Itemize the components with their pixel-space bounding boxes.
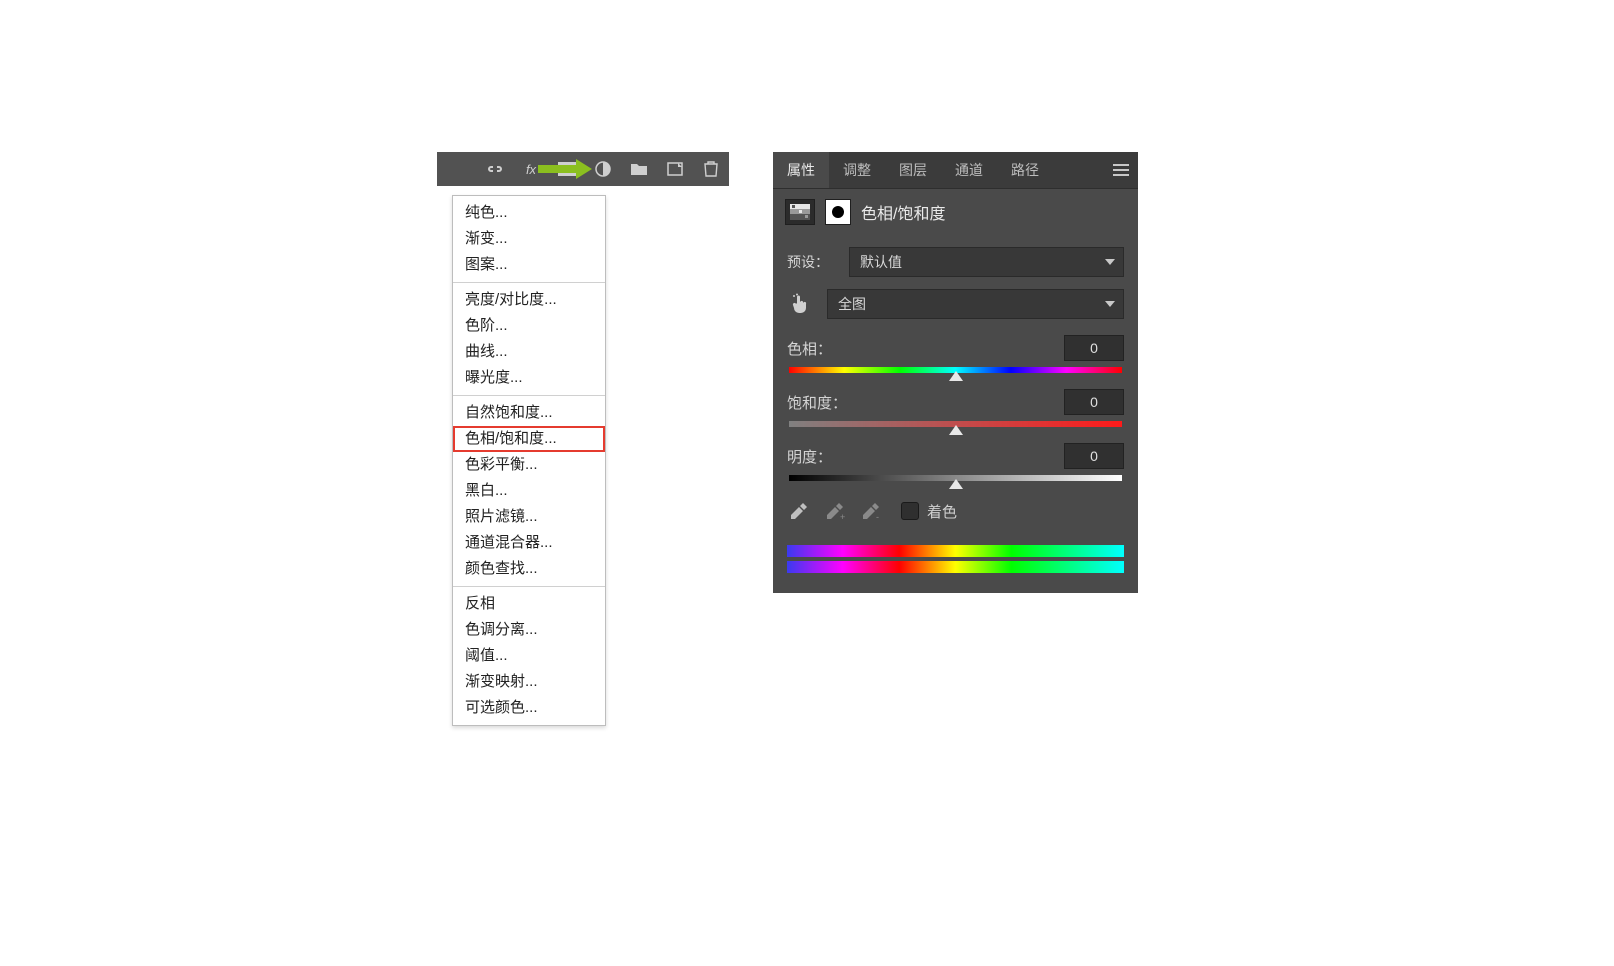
panel-header: 色相/饱和度 bbox=[773, 189, 1138, 235]
panel-tab[interactable]: 通道 bbox=[941, 152, 997, 188]
panel-tab[interactable]: 图层 bbox=[885, 152, 941, 188]
targeted-adjust-icon[interactable] bbox=[787, 291, 813, 317]
menu-item[interactable]: 阈值... bbox=[453, 643, 605, 669]
spectrum-bar-top bbox=[787, 545, 1124, 557]
menu-item[interactable]: 黑白... bbox=[453, 478, 605, 504]
eyedropper-subtract-icon[interactable]: - bbox=[859, 499, 883, 523]
menu-item[interactable]: 色阶... bbox=[453, 313, 605, 339]
menu-item[interactable]: 可选颜色... bbox=[453, 695, 605, 721]
preset-value: 默认值 bbox=[860, 252, 902, 272]
preset-select[interactable]: 默认值 bbox=[849, 247, 1124, 277]
mask-icon[interactable] bbox=[557, 159, 577, 179]
menu-item[interactable]: 渐变... bbox=[453, 226, 605, 252]
range-value: 全图 bbox=[838, 294, 866, 314]
slider-thumb[interactable] bbox=[949, 425, 963, 435]
adjustment-icon[interactable] bbox=[593, 159, 613, 179]
layer-mask-thumb[interactable] bbox=[825, 199, 851, 225]
colorize-checkbox[interactable]: 着色 bbox=[901, 501, 957, 522]
menu-item[interactable]: 亮度/对比度... bbox=[453, 287, 605, 313]
menu-item[interactable]: 渐变映射... bbox=[453, 669, 605, 695]
folder-icon[interactable] bbox=[629, 159, 649, 179]
menu-item[interactable]: 色彩平衡... bbox=[453, 452, 605, 478]
panel-menu-icon[interactable] bbox=[1104, 152, 1138, 188]
menu-item[interactable]: 通道混合器... bbox=[453, 530, 605, 556]
preset-label: 预设： bbox=[787, 252, 839, 272]
menu-item[interactable]: 色调分离... bbox=[453, 617, 605, 643]
eyedropper-icon[interactable] bbox=[787, 499, 811, 523]
hue-value[interactable]: 0 bbox=[1064, 335, 1124, 361]
hue-slider[interactable] bbox=[789, 367, 1122, 373]
panel-body: 预设： 默认值 全图 色相： 0 饱和度： 0 bbox=[773, 247, 1138, 593]
properties-panel: 属性调整图层通道路径 色相/饱和度 预设： 默认值 bbox=[773, 152, 1138, 593]
lightness-slider[interactable] bbox=[789, 475, 1122, 481]
menu-item[interactable]: 自然饱和度... bbox=[453, 400, 605, 426]
panel-tab[interactable]: 路径 bbox=[997, 152, 1053, 188]
lightness-label: 明度： bbox=[787, 446, 1054, 467]
saturation-value[interactable]: 0 bbox=[1064, 389, 1124, 415]
trash-icon[interactable] bbox=[701, 159, 721, 179]
fx-icon[interactable]: fx bbox=[521, 159, 541, 179]
range-select[interactable]: 全图 bbox=[827, 289, 1124, 319]
panel-tab[interactable]: 调整 bbox=[829, 152, 885, 188]
panel-tabs: 属性调整图层通道路径 bbox=[773, 152, 1138, 189]
adjustment-layer-menu: 纯色...渐变...图案... 亮度/对比度...色阶...曲线...曝光度...… bbox=[452, 195, 606, 726]
menu-item[interactable]: 照片滤镜... bbox=[453, 504, 605, 530]
range-row: 全图 bbox=[787, 289, 1124, 319]
new-layer-icon[interactable] bbox=[665, 159, 685, 179]
lightness-value[interactable]: 0 bbox=[1064, 443, 1124, 469]
menu-item[interactable]: 反相 bbox=[453, 591, 605, 617]
menu-item[interactable]: 曲线... bbox=[453, 339, 605, 365]
slider-thumb[interactable] bbox=[949, 371, 963, 381]
menu-item[interactable]: 纯色... bbox=[453, 200, 605, 226]
checkbox-box[interactable] bbox=[901, 502, 919, 520]
panel-title: 色相/饱和度 bbox=[861, 200, 945, 224]
menu-item[interactable]: 图案... bbox=[453, 252, 605, 278]
preset-row: 预设： 默认值 bbox=[787, 247, 1124, 277]
lightness-row: 明度： 0 bbox=[787, 443, 1124, 469]
hue-sat-icon bbox=[785, 199, 815, 225]
svg-text:-: - bbox=[876, 512, 879, 521]
menu-item[interactable]: 曝光度... bbox=[453, 365, 605, 391]
saturation-slider[interactable] bbox=[789, 421, 1122, 427]
hue-row: 色相： 0 bbox=[787, 335, 1124, 361]
svg-text:+: + bbox=[840, 512, 845, 521]
layer-toolbar: fx bbox=[437, 152, 729, 186]
menu-item[interactable]: 颜色查找... bbox=[453, 556, 605, 582]
chevron-down-icon bbox=[1105, 259, 1115, 265]
chevron-down-icon bbox=[1105, 301, 1115, 307]
colorize-label: 着色 bbox=[927, 501, 957, 522]
hue-label: 色相： bbox=[787, 338, 1054, 359]
panel-tab[interactable]: 属性 bbox=[773, 152, 829, 188]
saturation-label: 饱和度： bbox=[787, 392, 1054, 413]
slider-thumb[interactable] bbox=[949, 479, 963, 489]
eyedropper-add-icon[interactable]: + bbox=[823, 499, 847, 523]
link-icon[interactable] bbox=[485, 159, 505, 179]
eyedropper-row: + - 着色 bbox=[787, 499, 1124, 523]
saturation-row: 饱和度： 0 bbox=[787, 389, 1124, 415]
spectrum-bar-bottom bbox=[787, 561, 1124, 573]
menu-item[interactable]: 色相/饱和度... bbox=[453, 426, 605, 452]
